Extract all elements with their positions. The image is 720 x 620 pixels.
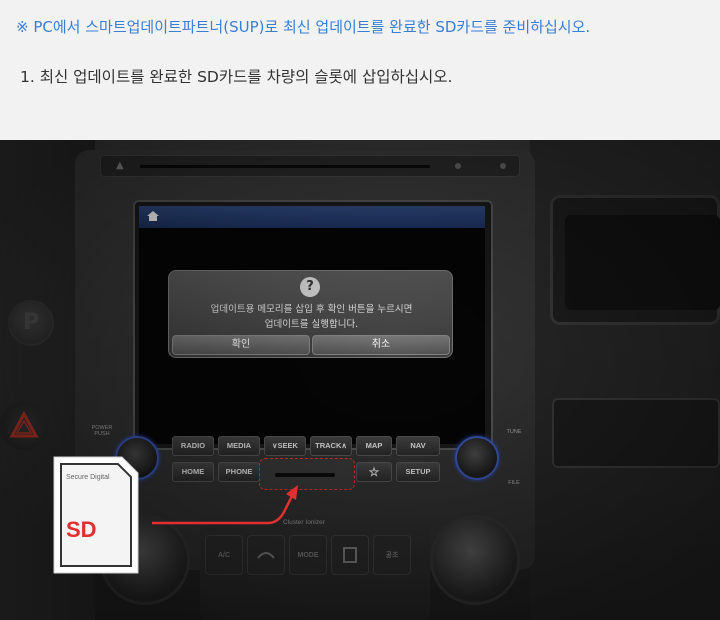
step-1-text: 1. 최신 업데이트를 완료한 SD카드를 차량의 슬롯에 삽입하십시오. — [20, 68, 453, 86]
sd-card-illustration: Secure Digital SD — [52, 455, 140, 575]
car-head-unit-photo: P ▲ ? 업데이트용 메모리를 삽입 후 확인 버튼을 누르시면 업데이트를 … — [0, 140, 720, 620]
instruction-panel: ※ PC에서 스마트업데이트파트너(SUP)로 최신 업데이트를 완료한 SD카… — [0, 0, 720, 140]
sd-card-logo: SD — [66, 517, 97, 542]
notice-text: ※ PC에서 스마트업데이트파트너(SUP)로 최신 업데이트를 완료한 SD카… — [16, 18, 591, 36]
sd-card-brand-label: Secure Digital — [66, 474, 110, 481]
sd-card-icon — [53, 456, 139, 574]
